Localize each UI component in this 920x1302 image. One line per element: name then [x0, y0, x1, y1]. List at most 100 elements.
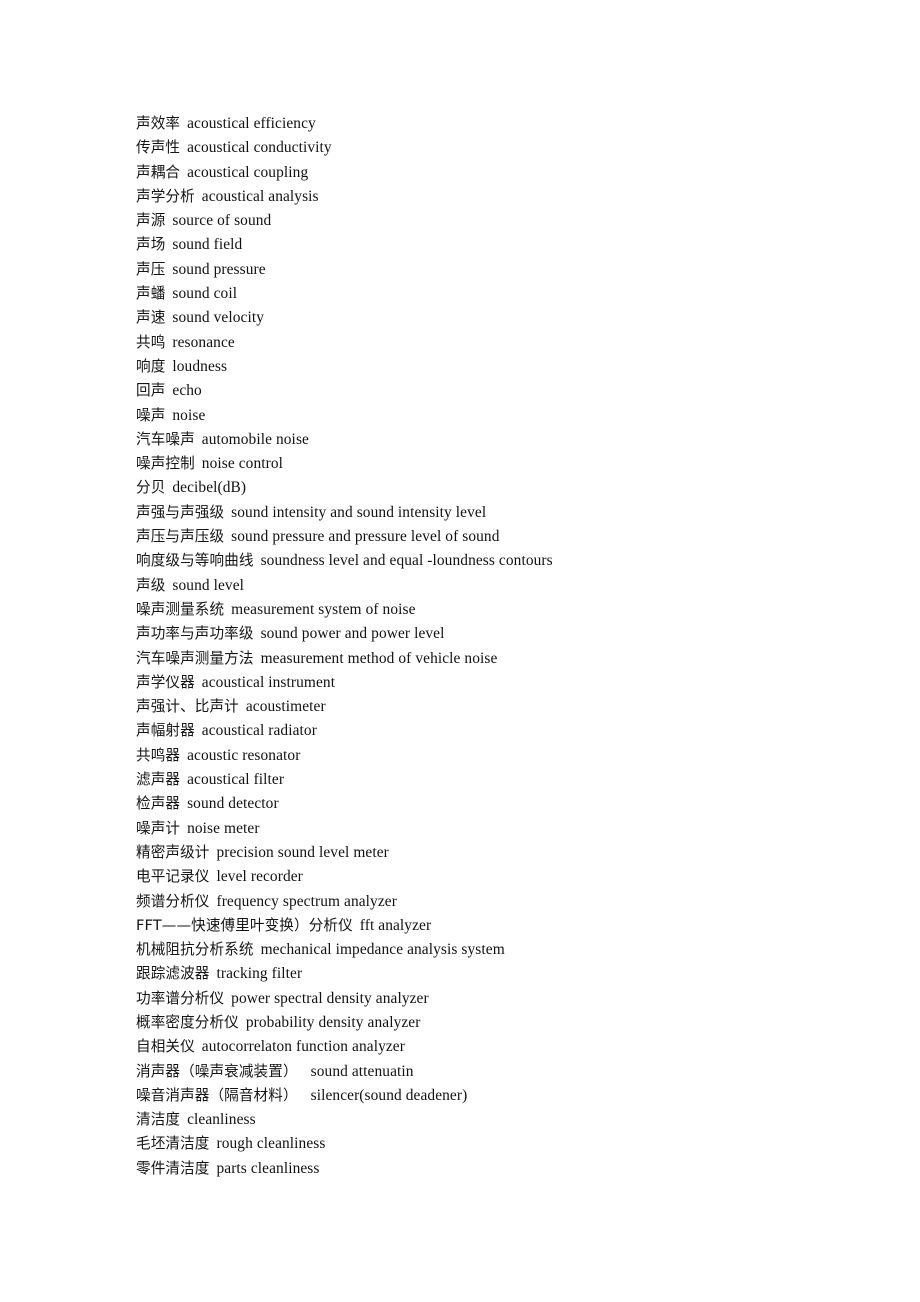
glossary-term: 声速 — [136, 309, 166, 327]
glossary-term: 声学仪器 — [136, 673, 195, 691]
glossary-term: 电平记录仪 — [136, 868, 210, 886]
glossary-gloss: level recorder — [216, 868, 303, 886]
glossary-term: 声蟠 — [136, 285, 166, 303]
glossary-gloss: sound field — [172, 236, 243, 254]
glossary-term: 回声 — [136, 382, 166, 400]
glossary-gloss: acoustimeter — [245, 698, 326, 716]
glossary-entry: 自相关仪 autocorrelaton function analyzer — [136, 1035, 876, 1059]
glossary-term: 声效率 — [136, 115, 181, 132]
glossary-term: 滤声器 — [136, 771, 181, 789]
glossary-gloss: probability density analyzer — [245, 1013, 421, 1031]
glossary-term: 分贝 — [136, 479, 166, 497]
glossary-gloss: acoustical analysis — [201, 187, 319, 205]
glossary-term: 声级 — [136, 576, 166, 594]
glossary-entry: 响度 loudness — [136, 355, 876, 379]
glossary-gloss: silencer(sound deadener) — [310, 1086, 468, 1104]
glossary-entry: 声强与声强级 sound intensity and sound intensit… — [136, 501, 876, 525]
glossary-term: 声功率与声功率级 — [136, 625, 254, 643]
glossary-term: 汽车噪声测量方法 — [136, 649, 254, 667]
glossary-entry: 声压 sound pressure — [136, 258, 876, 282]
glossary-term: 响度 — [136, 357, 166, 375]
glossary-gloss: noise meter — [187, 819, 260, 837]
glossary-entry: 声速 sound velocity — [136, 306, 876, 330]
glossary-term: 概率密度分析仪 — [136, 1013, 239, 1031]
glossary-entry: 消声器（噪声衰减装置） sound attenuatin — [136, 1060, 876, 1084]
glossary-term: 声强计、比声计 — [136, 698, 239, 716]
glossary-gloss: loudness — [172, 357, 228, 375]
glossary-entry: 声学分析 acoustical analysis — [136, 185, 876, 209]
glossary-term: 功率谱分析仪 — [136, 989, 225, 1007]
glossary-term: 声耦合 — [136, 163, 181, 181]
glossary-gloss: sound power and power level — [260, 625, 445, 643]
glossary-term: 机械阻抗分析系统 — [136, 941, 254, 959]
glossary-term: 声压 — [136, 260, 166, 278]
glossary-gloss: precision sound level meter — [216, 843, 389, 861]
glossary-entry: 汽车噪声测量方法 measurement method of vehicle no… — [136, 647, 876, 671]
glossary-term: 精密声级计 — [136, 843, 210, 861]
glossary-gloss: source of sound — [172, 212, 272, 230]
glossary-gloss: echo — [172, 382, 202, 400]
glossary-term: 共鸣 — [136, 333, 166, 351]
glossary-entry: FFT——快速傅里叶变换）分析仪 fft analyzer — [136, 914, 876, 938]
glossary-gloss: acoustic resonator — [187, 746, 301, 764]
glossary-entry: 概率密度分析仪 probability density analyzer — [136, 1011, 876, 1035]
glossary-entry: 噪声测量系统 measurement system of noise — [136, 598, 876, 622]
glossary-gloss: noise — [172, 406, 206, 424]
glossary-entry: 分贝 decibel(dB) — [136, 476, 876, 500]
document-page: 声效率 acoustical efficiency 传声性 acoustical co… — [0, 0, 920, 1302]
glossary-gloss: measurement system of noise — [231, 600, 416, 618]
glossary-gloss: sound coil — [172, 285, 238, 303]
glossary-gloss: cleanliness — [187, 1111, 256, 1129]
glossary-term: 响度级与等响曲线 — [136, 552, 254, 570]
glossary-entry: 声压与声压级 sound pressure and pressure level … — [136, 525, 876, 549]
glossary-entry: 清洁度 cleanliness — [136, 1108, 876, 1132]
glossary-entry: 频谱分析仪 frequency spectrum analyzer — [136, 890, 876, 914]
glossary-term: 声源 — [136, 212, 166, 230]
glossary-term: 噪声计 — [136, 819, 181, 837]
glossary-entry: 零件清洁度 parts cleanliness — [136, 1157, 876, 1181]
glossary-entry: 电平记录仪 level recorder — [136, 865, 876, 889]
glossary-gloss: rough cleanliness — [216, 1135, 326, 1153]
glossary-term: 零件清洁度 — [136, 1159, 210, 1177]
glossary-entry: 噪音消声器（隔音材料） silencer(sound deadener) — [136, 1084, 876, 1108]
glossary-entry: 共鸣器 acoustic resonator — [136, 744, 876, 768]
glossary-term: 声幅射器 — [136, 722, 195, 740]
glossary-entry: 声强计、比声计 acoustimeter — [136, 695, 876, 719]
glossary-entry: 功率谱分析仪 power spectral density analyzer — [136, 987, 876, 1011]
glossary-term: 噪声测量系统 — [136, 600, 225, 618]
glossary-entry: 响度级与等响曲线 soundness level and equal -lound… — [136, 549, 876, 573]
glossary-entry: 传声性 acoustical conductivity — [136, 136, 876, 160]
glossary-entry: 回声 echo — [136, 379, 876, 403]
glossary-term: 汽车噪声 — [136, 430, 195, 448]
glossary-gloss: sound pressure — [172, 260, 266, 278]
glossary-term: 声场 — [136, 236, 166, 254]
glossary-entry: 声级 sound level — [136, 574, 876, 598]
glossary-entry: 声源 source of sound — [136, 209, 876, 233]
glossary-entry: 声功率与声功率级 sound power and power level — [136, 622, 876, 646]
glossary-entry: 精密声级计 precision sound level meter — [136, 841, 876, 865]
glossary-gloss: mechanical impedance analysis system — [260, 941, 505, 959]
glossary-term: 噪声控制 — [136, 455, 195, 473]
glossary-entry: 跟踪滤波器 tracking filter — [136, 962, 876, 986]
glossary-gloss: sound attenuatin — [310, 1062, 414, 1080]
glossary-list: 声效率 acoustical efficiency 传声性 acoustical co… — [136, 112, 876, 1181]
glossary-term: 噪声 — [136, 406, 166, 424]
glossary-term: 共鸣器 — [136, 746, 181, 764]
glossary-gloss: acoustical instrument — [201, 673, 336, 691]
glossary-gloss: power spectral density analyzer — [231, 989, 429, 1007]
glossary-gloss: tracking filter — [216, 965, 303, 983]
glossary-gloss: sound intensity and sound intensity leve… — [231, 503, 487, 521]
glossary-entry: 声效率 acoustical efficiency — [136, 112, 876, 136]
glossary-gloss: parts cleanliness — [216, 1159, 320, 1177]
glossary-term: 声压与声压级 — [136, 528, 225, 546]
glossary-term: 声强与声强级 — [136, 503, 225, 521]
glossary-gloss: decibel(dB) — [172, 479, 247, 497]
glossary-gloss: frequency spectrum analyzer — [216, 892, 397, 910]
glossary-gloss: sound detector — [187, 795, 279, 813]
glossary-entry: 机械阻抗分析系统 mechanical impedance analysis sy… — [136, 938, 876, 962]
glossary-gloss: automobile noise — [201, 430, 309, 448]
glossary-term: 频谱分析仪 — [136, 892, 210, 910]
glossary-gloss: sound pressure and pressure level of sou… — [231, 528, 500, 546]
glossary-gloss: acoustical efficiency — [187, 115, 316, 132]
glossary-term: 毛坯清洁度 — [136, 1135, 210, 1153]
